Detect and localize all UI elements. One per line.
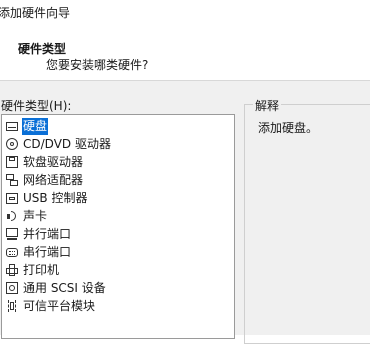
explanation-group	[244, 104, 370, 344]
header-subtitle: 您要安装哪类硬件?	[46, 58, 149, 72]
list-item-label: 串行端口	[23, 245, 72, 259]
list-item-label: 并行端口	[23, 227, 72, 241]
serial-port-icon	[6, 246, 19, 259]
list-item-serial-port[interactable]: 串行端口	[6, 244, 72, 261]
cd-dvd-icon	[6, 138, 19, 151]
hardware-list-label: 硬件类型(H):	[1, 99, 72, 113]
list-item-label: 可信平台模块	[23, 299, 96, 313]
list-item-network-adapter[interactable]: 网络适配器	[6, 172, 84, 189]
scsi-device-icon	[6, 282, 19, 295]
list-item-label: 声卡	[23, 209, 48, 223]
list-item-tpm[interactable]: 可信平台模块	[6, 298, 96, 315]
list-item-cd-dvd[interactable]: CD/DVD 驱动器	[6, 136, 112, 153]
network-adapter-icon	[6, 174, 19, 187]
list-item-floppy[interactable]: 软盘驱动器	[6, 154, 84, 171]
header-title: 硬件类型	[18, 42, 67, 56]
hard-disk-icon	[6, 120, 19, 133]
list-item-label: 打印机	[23, 263, 60, 277]
usb-controller-icon	[6, 192, 19, 205]
explanation-legend: 解释	[253, 97, 282, 114]
list-item-usb-controller[interactable]: USB 控制器	[6, 190, 88, 207]
list-item-label: CD/DVD 驱动器	[23, 137, 111, 151]
list-item-parallel-port[interactable]: 并行端口	[6, 226, 72, 243]
list-item-label: 通用 SCSI 设备	[23, 281, 106, 295]
list-item-label: USB 控制器	[23, 191, 88, 205]
wizard-title: 添加硬件向导	[0, 6, 71, 20]
parallel-port-icon	[6, 228, 19, 241]
sound-card-icon	[6, 210, 19, 223]
list-item-label: 硬盘	[22, 118, 49, 135]
list-item-printer[interactable]: 打印机	[6, 262, 60, 279]
hardware-type-list[interactable]: 硬盘 CD/DVD 驱动器 软盘驱动器 网络适配器 USB 控制器 声卡 并行端…	[1, 114, 235, 339]
list-item-label: 网络适配器	[23, 173, 84, 187]
list-item-scsi-device[interactable]: 通用 SCSI 设备	[6, 280, 107, 297]
list-item-label: 软盘驱动器	[23, 155, 84, 169]
list-item-sound-card[interactable]: 声卡	[6, 208, 48, 225]
list-item-hard-disk[interactable]: 硬盘	[6, 118, 49, 135]
floppy-icon	[6, 156, 19, 169]
explanation-text: 添加硬盘。	[258, 121, 319, 135]
tpm-icon	[6, 300, 19, 313]
printer-icon	[6, 264, 19, 277]
